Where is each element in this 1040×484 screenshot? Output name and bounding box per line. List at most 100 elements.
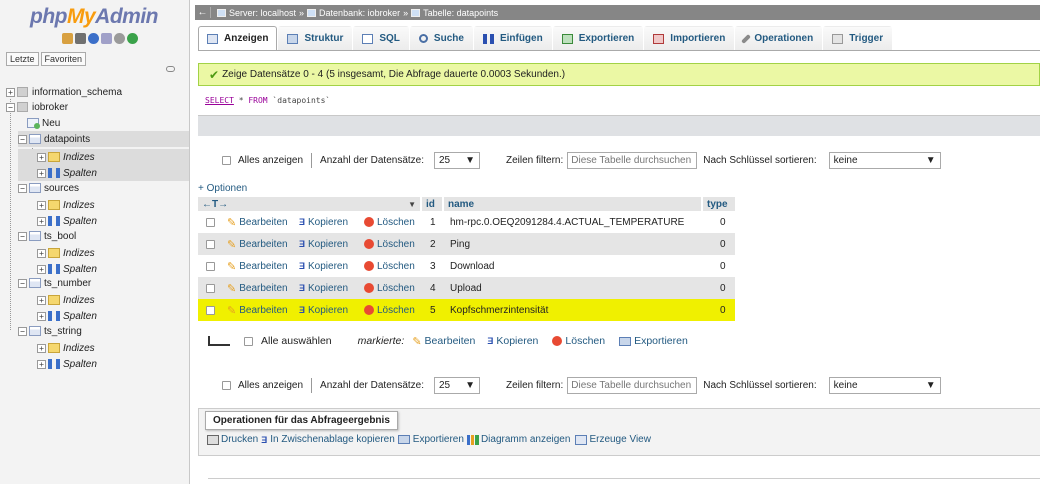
row-checkbox[interactable]	[206, 305, 215, 315]
show-all-checkbox[interactable]	[222, 155, 231, 165]
cell-id[interactable]: 1	[430, 211, 436, 233]
sql-query-icon[interactable]	[75, 33, 86, 44]
cell-name[interactable]: hm-rpc.0.OEQ2091284.4.ACTUAL_TEMPERATURE	[450, 211, 684, 233]
tab-export[interactable]: Exportieren	[552, 26, 644, 50]
row-delete-link[interactable]: Löschen	[364, 277, 415, 299]
expand-icon[interactable]: +	[37, 359, 46, 369]
expand-icon[interactable]: +	[37, 295, 46, 305]
row-count-select[interactable]: 25 ▼	[434, 376, 480, 394]
row-checkbox[interactable]	[206, 283, 215, 293]
tree-item-indizes[interactable]: + Indizes	[37, 292, 95, 308]
row-checkbox[interactable]	[206, 261, 215, 271]
collapse-icon[interactable]: −	[18, 134, 27, 144]
expand-icon[interactable]: +	[37, 264, 46, 274]
recent-tab[interactable]: Letzte	[6, 52, 39, 66]
docs-icon[interactable]	[101, 33, 112, 44]
row-copy-link[interactable]: Ǝ Kopieren	[299, 211, 348, 233]
tree-item-new[interactable]: Neu	[27, 115, 60, 131]
tree-item-indizes[interactable]: + Indizes	[37, 245, 95, 261]
table-item-datapoints[interactable]: − datapoints	[18, 131, 189, 147]
row-count-select[interactable]: 25 ▼	[434, 151, 480, 169]
collapse-icon[interactable]: −	[6, 102, 15, 112]
cell-id[interactable]: 2	[430, 233, 436, 255]
row-checkbox[interactable]	[206, 217, 215, 227]
settings-icon[interactable]	[114, 33, 125, 44]
cell-name[interactable]: Upload	[450, 277, 482, 299]
resize-columns-icon[interactable]: ←T→	[202, 199, 228, 210]
cell-id[interactable]: 4	[430, 277, 436, 299]
row-edit-link[interactable]: ✎ Bearbeiten	[227, 277, 288, 299]
row-copy-link[interactable]: Ǝ Kopieren	[299, 233, 348, 255]
bulk-export-button[interactable]: Exportieren	[619, 335, 688, 347]
column-header-name[interactable]: name	[444, 197, 701, 211]
expand-icon[interactable]: +	[6, 87, 15, 97]
row-delete-link[interactable]: Löschen	[364, 299, 415, 321]
cell-name[interactable]: Kopfschmerzintensität	[450, 299, 548, 321]
db-item-information-schema[interactable]: + information_schema	[6, 84, 122, 100]
phpmyadmin-logo[interactable]: phpMyAdmin	[30, 5, 158, 29]
display-chart-link[interactable]: Diagramm anzeigen	[466, 434, 570, 445]
row-checkbox[interactable]	[206, 239, 215, 249]
tab-operations[interactable]: Operationen	[735, 26, 823, 50]
select-all-label[interactable]: Alle auswählen	[261, 335, 332, 347]
tree-item-indizes[interactable]: + Indizes	[37, 197, 95, 213]
tree-item-spalten[interactable]: + Spalten	[37, 356, 97, 372]
copy-clipboard-link[interactable]: Ǝ In Zwischenablage kopieren	[261, 434, 395, 445]
row-edit-link[interactable]: ✎ Bearbeiten	[227, 233, 288, 255]
tab-insert[interactable]: Einfügen	[473, 26, 552, 50]
tree-item-indizes[interactable]: + Indizes	[37, 340, 95, 356]
row-edit-link[interactable]: ✎ Bearbeiten	[227, 299, 288, 321]
select-all-checkbox[interactable]	[244, 336, 253, 346]
row-edit-link[interactable]: ✎ Bearbeiten	[227, 255, 288, 277]
tab-sql[interactable]: SQL	[353, 26, 409, 50]
row-edit-link[interactable]: ✎ Bearbeiten	[227, 211, 288, 233]
create-view-link[interactable]: Erzeuge View	[575, 434, 651, 445]
sort-key-select[interactable]: keine ▼	[828, 376, 941, 394]
db-item-iobroker[interactable]: − iobroker	[6, 99, 68, 115]
tree-item-spalten[interactable]: + Spalten	[37, 213, 97, 229]
collapse-icon[interactable]: −	[18, 278, 27, 288]
cell-id[interactable]: 3	[430, 255, 436, 277]
expand-icon[interactable]: +	[37, 152, 46, 162]
row-delete-link[interactable]: Löschen	[364, 255, 415, 277]
column-header-type[interactable]: type	[703, 197, 735, 211]
help-icon[interactable]	[88, 33, 99, 44]
cell-name[interactable]: Ping	[450, 233, 470, 255]
sql-keyword-select[interactable]: SELECT	[205, 96, 234, 105]
table-item-ts-bool[interactable]: − ts_bool	[18, 228, 76, 244]
row-copy-link[interactable]: Ǝ Kopieren	[299, 277, 348, 299]
breadcrumb-server[interactable]: Server: localhost	[217, 8, 296, 18]
cell-type[interactable]: 0	[720, 233, 726, 255]
expand-icon[interactable]: +	[37, 248, 46, 258]
tab-search[interactable]: Suche	[409, 26, 473, 50]
show-all-checkbox[interactable]	[222, 380, 231, 390]
cell-type[interactable]: 0	[720, 211, 726, 233]
expand-icon[interactable]: +	[37, 343, 46, 353]
bulk-delete-button[interactable]: Löschen	[552, 335, 605, 347]
tree-item-spalten[interactable]: + Spalten	[18, 165, 189, 181]
tab-structure[interactable]: Struktur	[278, 26, 353, 50]
export-link[interactable]: Exportieren	[397, 434, 464, 445]
cell-type[interactable]: 0	[720, 299, 726, 321]
expand-icon[interactable]: +	[37, 168, 46, 178]
row-delete-link[interactable]: Löschen	[364, 233, 415, 255]
tree-item-indizes[interactable]: + Indizes	[18, 149, 189, 165]
tab-triggers[interactable]: Trigger	[823, 26, 893, 50]
collapse-nav-button[interactable]: ←	[195, 7, 211, 18]
tab-browse[interactable]: Anzeigen	[198, 26, 278, 50]
filter-rows-input[interactable]: Diese Tabelle durchsuchen	[567, 376, 698, 394]
breadcrumb-table[interactable]: Tabelle: datapoints	[411, 8, 498, 18]
column-header-id[interactable]: id	[422, 197, 442, 211]
row-delete-link[interactable]: Löschen	[364, 211, 415, 233]
sort-arrow-icon[interactable]: ▼	[408, 200, 416, 209]
tab-import[interactable]: Importieren	[644, 26, 735, 50]
options-link[interactable]: + Optionen	[198, 183, 247, 194]
expand-icon[interactable]: +	[37, 216, 46, 226]
row-copy-link[interactable]: Ǝ Kopieren	[299, 255, 348, 277]
link-icon[interactable]	[166, 66, 175, 72]
collapse-icon[interactable]: −	[18, 183, 27, 193]
table-item-ts-number[interactable]: − ts_number	[18, 275, 91, 291]
bulk-copy-button[interactable]: Ǝ Kopieren	[487, 335, 538, 347]
reload-icon[interactable]	[127, 33, 138, 44]
expand-icon[interactable]: +	[37, 200, 46, 210]
